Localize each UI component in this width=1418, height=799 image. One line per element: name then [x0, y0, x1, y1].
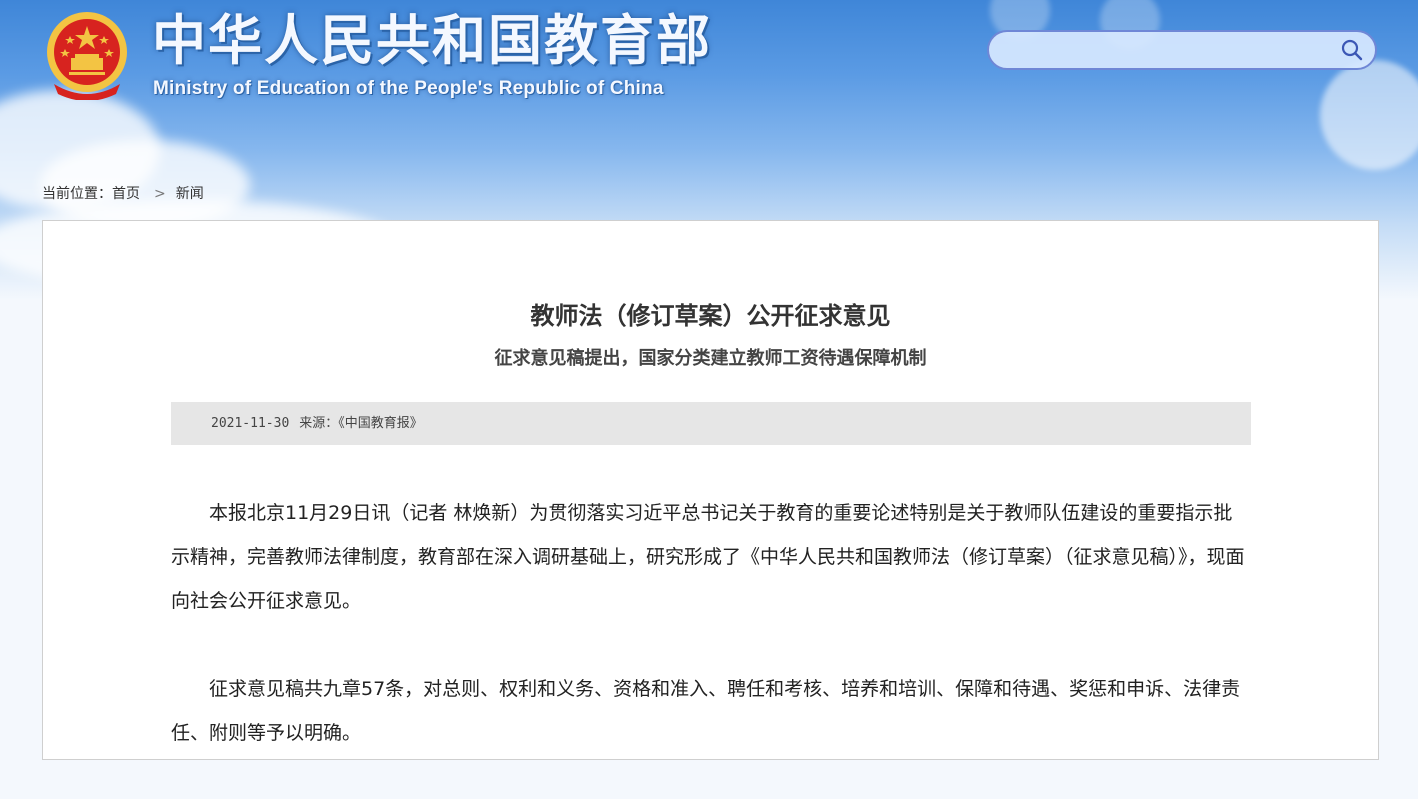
site-title-cn: 中华人民共和国教育部 — [152, 9, 712, 72]
article-container: 教师法（修订草案）公开征求意见 征求意见稿提出，国家分类建立教师工资待遇保障机制… — [42, 220, 1379, 760]
breadcrumb-home-link[interactable]: 首页 — [112, 186, 140, 202]
article-meta-bar: 2021-11-30 来源：《中国教育报》 — [171, 402, 1251, 445]
article-paragraph: 征求意见稿共九章57条，对总则、权利和义务、资格和准入、聘任和考核、培养和培训、… — [171, 678, 1241, 744]
breadcrumb: 当前位置：首页 > 新闻 — [42, 183, 204, 203]
article-date: 2021-11-30 — [211, 416, 290, 431]
breadcrumb-separator: > — [154, 186, 166, 202]
article-paragraph: 本报北京11月29日讯（记者 林焕新）为贯彻落实习近平总书记关于教育的重要论述特… — [171, 502, 1245, 612]
article-title: 教师法（修订草案）公开征求意见 — [530, 302, 891, 330]
article-source: 《中国教育报》 — [338, 416, 423, 431]
dandelion-decoration — [1320, 60, 1418, 170]
search-input[interactable] — [1003, 38, 1327, 64]
site-title-en: Ministry of Education of the People's Re… — [153, 78, 664, 99]
search-box — [987, 30, 1377, 70]
article-subtitle: 征求意见稿提出，国家分类建立教师工资待遇保障机制 — [494, 348, 927, 369]
article-body: 本报北京11月29日讯（记者 林焕新）为贯彻落实习近平总书记关于教育的重要论述特… — [171, 491, 1251, 799]
breadcrumb-news-link[interactable]: 新闻 — [176, 186, 204, 202]
national-emblem-icon — [47, 12, 127, 100]
source-label: 来源： — [299, 416, 339, 431]
breadcrumb-label: 当前位置： — [42, 186, 112, 202]
search-icon[interactable] — [1341, 39, 1363, 61]
